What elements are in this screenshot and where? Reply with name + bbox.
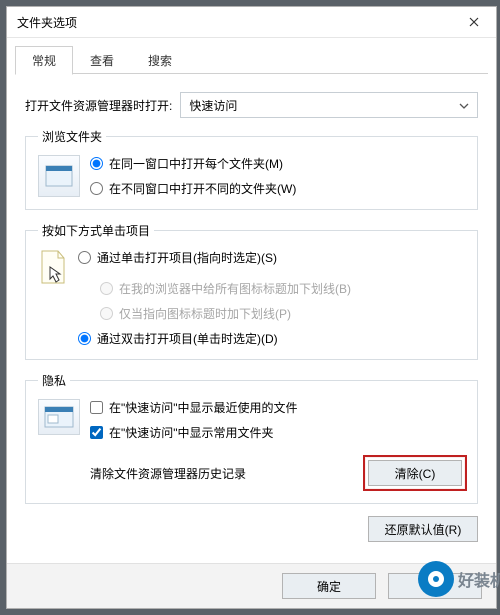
radio-underline-all: 在我的浏览器中给所有图标标题加下划线(B) xyxy=(100,280,351,297)
clear-history-label: 清除文件资源管理器历史记录 xyxy=(90,465,246,482)
privacy-group: 隐私 在"快速访问"中显示最近使用的文件 在"快速访问"中显示常用文件夹 xyxy=(25,372,478,504)
radio-underline-hover: 仅当指向图标标题时加下划线(P) xyxy=(100,305,351,322)
radio-same-window[interactable]: 在同一窗口中打开每个文件夹(M) xyxy=(90,155,296,172)
tab-search[interactable]: 搜索 xyxy=(131,46,189,74)
dialog-footer: 确定 取消 应用(A) xyxy=(7,563,496,608)
open-with-label: 打开文件资源管理器时打开: xyxy=(25,97,172,114)
chevron-down-icon xyxy=(459,98,469,112)
open-with-combo[interactable]: 快速访问 xyxy=(180,92,478,118)
close-button[interactable] xyxy=(452,7,496,37)
titlebar: 文件夹选项 xyxy=(7,7,496,38)
close-icon xyxy=(469,17,479,27)
tab-bar: 常规 查看 搜索 xyxy=(7,38,496,74)
cancel-button[interactable]: 取消 xyxy=(388,573,482,599)
window-title: 文件夹选项 xyxy=(7,14,77,31)
check-recent-files[interactable]: 在"快速访问"中显示最近使用的文件 xyxy=(90,399,467,416)
privacy-thumb-icon xyxy=(38,399,80,435)
document-click-icon xyxy=(38,249,68,288)
click-items-group: 按如下方式单击项目 通过单击打开项目(指向时选定)(S) xyxy=(25,222,478,360)
radio-double-click[interactable]: 通过双击打开项目(单击时选定)(D) xyxy=(78,330,351,347)
browse-folders-group: 浏览文件夹 在同一窗口中打开每个文件夹(M) 在不同窗口中打开不同的文件夹(W) xyxy=(25,128,478,210)
folder-thumb-icon xyxy=(38,155,80,197)
clear-highlight: 清除(C) xyxy=(363,455,467,491)
clear-button[interactable]: 清除(C) xyxy=(368,460,462,486)
check-frequent-folders[interactable]: 在"快速访问"中显示常用文件夹 xyxy=(90,424,467,441)
content-area: 打开文件资源管理器时打开: 快速访问 浏览文件夹 在同一窗口中打开每个文件夹(M… xyxy=(7,74,496,504)
combo-value: 快速访问 xyxy=(189,97,237,114)
ok-button[interactable]: 确定 xyxy=(282,573,376,599)
restore-defaults-button[interactable]: 还原默认值(R) xyxy=(368,516,478,542)
radio-diff-window[interactable]: 在不同窗口中打开不同的文件夹(W) xyxy=(90,180,296,197)
group-legend: 按如下方式单击项目 xyxy=(38,222,154,239)
group-legend: 隐私 xyxy=(38,372,70,389)
tab-general[interactable]: 常规 xyxy=(15,46,73,75)
folder-options-dialog: 文件夹选项 常规 查看 搜索 打开文件资源管理器时打开: 快速访问 浏览文件夹 xyxy=(6,6,497,609)
radio-single-click[interactable]: 通过单击打开项目(指向时选定)(S) xyxy=(78,249,351,266)
tab-view[interactable]: 查看 xyxy=(73,46,131,74)
group-legend: 浏览文件夹 xyxy=(38,128,106,145)
